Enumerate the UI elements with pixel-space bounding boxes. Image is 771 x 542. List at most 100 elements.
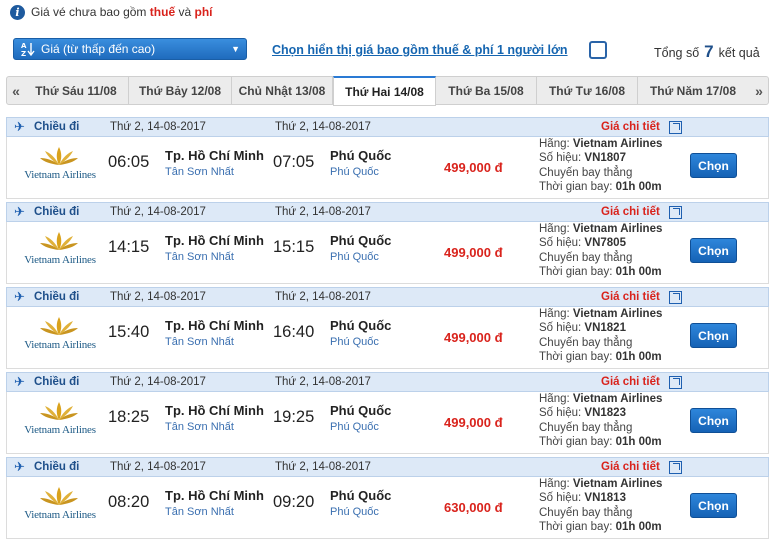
external-link-icon[interactable] xyxy=(669,376,682,389)
duration-prefix: Thời gian bay: xyxy=(539,180,613,193)
flight-duration: 01h 00m xyxy=(615,435,662,448)
tab-date-6[interactable]: Thứ Năm 17/08 xyxy=(638,77,748,104)
flight-price: 499,000 đ xyxy=(444,245,503,260)
flight-info: Hãng: Vietnam Airlines Số hiệu: VN1823 C… xyxy=(539,392,662,449)
select-flight-button[interactable]: Chọn xyxy=(690,408,737,433)
notice-and: và xyxy=(178,5,192,19)
flight-info: Hãng: Vietnam Airlines Số hiệu: VN1807 C… xyxy=(539,137,662,194)
direct-flight-label: Chuyến bay thẳng xyxy=(539,421,633,434)
arrival-time: 16:40 xyxy=(273,323,315,341)
flight-number: VN7805 xyxy=(584,237,626,250)
airline-prefix: Hãng: xyxy=(539,138,570,150)
airline-row: Hãng: Vietnam Airlines xyxy=(539,392,662,406)
duration-row: Thời gian bay: 01h 00m xyxy=(539,350,662,364)
result-count: Tổng số 7 kết quả xyxy=(654,42,760,62)
arrival-city: Phú Quốc xyxy=(330,488,392,503)
arrival-date: Thứ 2, 14-08-2017 xyxy=(275,461,371,473)
total-suffix: kết quả xyxy=(718,46,760,60)
price-detail-link[interactable]: Giá chi tiết xyxy=(601,121,660,133)
tab-date-4[interactable]: Thứ Ba 15/08 xyxy=(436,77,537,104)
tab-date-1[interactable]: Thứ Bảy 12/08 xyxy=(129,77,232,104)
price-detail-link[interactable]: Giá chi tiết xyxy=(601,461,660,473)
airline-prefix: Hãng: xyxy=(539,308,570,320)
arrival-date: Thứ 2, 14-08-2017 xyxy=(275,376,371,388)
sort-ascending-icon: AZ xyxy=(20,41,36,57)
airline-logo-text: Vietnam Airlines xyxy=(24,509,96,521)
external-link-icon[interactable] xyxy=(669,206,682,219)
arrival-airport: Phú Quốc xyxy=(330,506,379,518)
tab-date-2[interactable]: Chủ Nhật 13/08 xyxy=(232,77,333,104)
next-dates-icon[interactable]: » xyxy=(751,77,767,104)
tab-date-5[interactable]: Thứ Tư 16/08 xyxy=(537,77,638,104)
airline-logo-text: Vietnam Airlines xyxy=(24,339,96,351)
sort-dropdown[interactable]: AZ Giá (từ thấp đến cao) ▼ xyxy=(13,38,247,60)
notice-prefix: Giá vé chưa bao gồm xyxy=(31,5,147,19)
direction-label: Chiều đi xyxy=(34,376,80,388)
tab-date-0[interactable]: Thứ Sáu 11/08 xyxy=(24,77,129,104)
departure-airport: Tân Sơn Nhất xyxy=(165,421,234,433)
airline-prefix: Hãng: xyxy=(539,393,570,405)
date-tab-bar: « Thứ Sáu 11/08 Thứ Bảy 12/08 Chủ Nhật 1… xyxy=(6,76,769,106)
arrival-airport: Phú Quốc xyxy=(330,251,379,263)
chevron-down-icon: ▼ xyxy=(231,44,240,54)
flight-duration: 01h 00m xyxy=(615,180,662,193)
price-detail-link[interactable]: Giá chi tiết xyxy=(601,291,660,303)
total-count: 7 xyxy=(704,42,714,61)
price-detail-link[interactable]: Giá chi tiết xyxy=(601,376,660,388)
departure-airport: Tân Sơn Nhất xyxy=(165,251,234,263)
flight-number: VN1813 xyxy=(584,492,626,505)
departure-time: 15:40 xyxy=(108,323,150,341)
duration-prefix: Thời gian bay: xyxy=(539,435,613,448)
arrival-time: 09:20 xyxy=(273,493,315,511)
flight-number: VN1821 xyxy=(584,322,626,335)
flight-duration: 01h 00m xyxy=(615,265,662,278)
external-link-icon[interactable] xyxy=(669,291,682,304)
direct-flight-label: Chuyến bay thẳng xyxy=(539,166,633,179)
direction-label: Chiều đi xyxy=(34,206,80,218)
total-prefix: Tổng số xyxy=(654,46,700,60)
flight-header: ✈ Chiều đi Thứ 2, 14-08-2017 Thứ 2, 14-0… xyxy=(6,117,769,137)
external-link-icon[interactable] xyxy=(669,461,682,474)
departure-city: Tp. Hồ Chí Minh xyxy=(165,233,264,248)
duration-row: Thời gian bay: 01h 00m xyxy=(539,520,662,534)
prev-dates-icon[interactable]: « xyxy=(8,77,24,104)
flight-header: ✈ Chiều đi Thứ 2, 14-08-2017 Thứ 2, 14-0… xyxy=(6,287,769,307)
arrival-date: Thứ 2, 14-08-2017 xyxy=(275,206,371,218)
flight-no-row: Số hiệu: VN7805 xyxy=(539,236,662,250)
flight-no-prefix: Số hiệu: xyxy=(539,322,582,335)
departure-date: Thứ 2, 14-08-2017 xyxy=(110,121,206,133)
airline-name: Vietnam Airlines xyxy=(572,393,663,405)
select-flight-button[interactable]: Chọn xyxy=(690,153,737,178)
departure-date: Thứ 2, 14-08-2017 xyxy=(110,376,206,388)
include-tax-checkbox[interactable] xyxy=(589,41,607,59)
lotus-logo-icon xyxy=(40,232,78,250)
airline-row: Hãng: Vietnam Airlines xyxy=(539,477,662,491)
flight-header: ✈ Chiều đi Thứ 2, 14-08-2017 Thứ 2, 14-0… xyxy=(6,202,769,222)
airline-logo-text: Vietnam Airlines xyxy=(24,254,96,266)
price-detail-link[interactable]: Giá chi tiết xyxy=(601,206,660,218)
airplane-icon: ✈ xyxy=(14,204,25,219)
lotus-logo-icon xyxy=(40,402,78,420)
arrival-airport: Phú Quốc xyxy=(330,166,379,178)
duration-prefix: Thời gian bay: xyxy=(539,520,613,533)
departure-city: Tp. Hồ Chí Minh xyxy=(165,488,264,503)
select-flight-button[interactable]: Chọn xyxy=(690,238,737,263)
vietnam-airlines-logo: Vietnam Airlines xyxy=(19,485,101,525)
select-flight-button[interactable]: Chọn xyxy=(690,323,737,348)
flight-body: Vietnam Airlines 08:20 Tp. Hồ Chí Minh T… xyxy=(6,477,769,539)
direct-flight-label: Chuyến bay thẳng xyxy=(539,251,633,264)
departure-city: Tp. Hồ Chí Minh xyxy=(165,403,264,418)
notice-fee: phí xyxy=(194,5,213,19)
vietnam-airlines-logo: Vietnam Airlines xyxy=(19,145,101,185)
tab-date-3[interactable]: Thứ Hai 14/08 xyxy=(333,76,436,106)
direction-label: Chiều đi xyxy=(34,121,80,133)
duration-row: Thời gian bay: 01h 00m xyxy=(539,265,662,279)
airline-row: Hãng: Vietnam Airlines xyxy=(539,222,662,236)
flight-info: Hãng: Vietnam Airlines Số hiệu: VN1813 C… xyxy=(539,477,662,534)
include-tax-toggle-link[interactable]: Chọn hiển thị giá bao gồm thuế & phí 1 n… xyxy=(272,43,568,57)
flight-body: Vietnam Airlines 18:25 Tp. Hồ Chí Minh T… xyxy=(6,392,769,454)
vietnam-airlines-logo: Vietnam Airlines xyxy=(19,315,101,355)
departure-airport: Tân Sơn Nhất xyxy=(165,336,234,348)
external-link-icon[interactable] xyxy=(669,121,682,134)
select-flight-button[interactable]: Chọn xyxy=(690,493,737,518)
